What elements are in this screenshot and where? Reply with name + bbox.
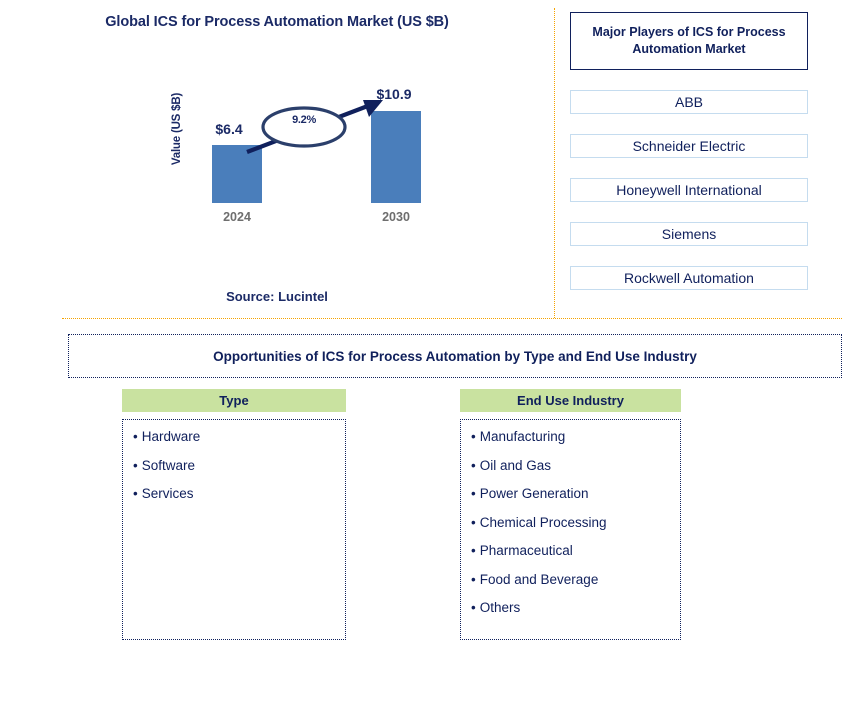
list-item: • Food and Beverage [471,571,680,587]
player-item-label: Siemens [661,226,717,242]
bullet-icon: • [471,457,476,473]
player-item-siemens[interactable]: Siemens [570,222,808,246]
list-item-label: Power Generation [479,486,589,501]
bullet-icon: • [471,514,476,530]
bar-category-2030: 2030 [382,210,410,224]
list-item-label: Services [141,486,194,501]
list-item-label: Chemical Processing [479,514,607,530]
player-item-label: Honeywell International [616,182,762,198]
list-item: • Power Generation [471,487,680,501]
player-item-label: ABB [674,94,703,110]
bullet-icon: • [133,457,138,473]
bar-category-2024: 2024 [223,210,251,224]
bullet-icon: • [471,600,476,615]
player-item-label: Rockwell Automation [624,270,754,286]
list-item: • Others [471,601,680,615]
major-players-panel: Major Players of ICS for Process Automat… [570,12,808,290]
column-header-end-use-industry: End Use Industry [460,389,681,412]
list-item-label: Software [141,457,196,473]
list-item: • Hardware [133,430,345,444]
bullet-icon: • [471,571,476,587]
list-item-label: Pharmaceutical [479,543,573,558]
player-item-abb[interactable]: ABB [570,90,808,114]
list-item: • Oil and Gas [471,457,680,473]
bar-chart: Value (US $B) $6.4 $10.9 2024 2030 9.2% [150,85,550,230]
page-title: Global ICS for Process Automation Market… [105,14,449,30]
opportunities-title: Opportunities of ICS for Process Automat… [68,334,842,378]
bullet-icon: • [133,486,138,501]
list-item-label: Hardware [141,429,201,444]
list-item-label: Food and Beverage [479,571,599,587]
player-item-schneider-electric[interactable]: Schneider Electric [570,134,808,158]
cagr-label: 9.2% [292,114,316,126]
list-item: • Manufacturing [471,430,680,444]
list-item-label: Others [479,600,521,615]
y-axis-label: Value (US $B) [171,92,183,166]
divider-vertical [554,8,555,318]
bullet-icon: • [471,429,476,444]
column-box-type: • Hardware • Software • Services [122,419,346,640]
column-header-type: Type [122,389,346,412]
bullet-icon: • [471,543,476,558]
source-note: Source: Lucintel [226,289,328,304]
divider-horizontal [62,318,842,319]
list-item: • Pharmaceutical [471,544,680,558]
player-item-honeywell-international[interactable]: Honeywell International [570,178,808,202]
list-item: • Services [133,487,345,501]
cagr-arrow-icon [246,100,383,154]
list-item: • Chemical Processing [471,514,680,530]
list-item-label: Manufacturing [479,429,566,444]
column-box-end-use-industry: • Manufacturing • Oil and Gas • Power Gener… [460,419,681,640]
list-item-label: Oil and Gas [479,457,552,473]
major-players-header: Major Players of ICS for Process Automat… [570,12,808,70]
player-item-label: Schneider Electric [632,138,746,154]
list-item: • Software [133,457,345,473]
bullet-icon: • [133,429,138,444]
player-item-rockwell-automation[interactable]: Rockwell Automation [570,266,808,290]
infographic-canvas: Global ICS for Process Automation Market… [0,0,868,723]
bullet-icon: • [471,486,476,501]
